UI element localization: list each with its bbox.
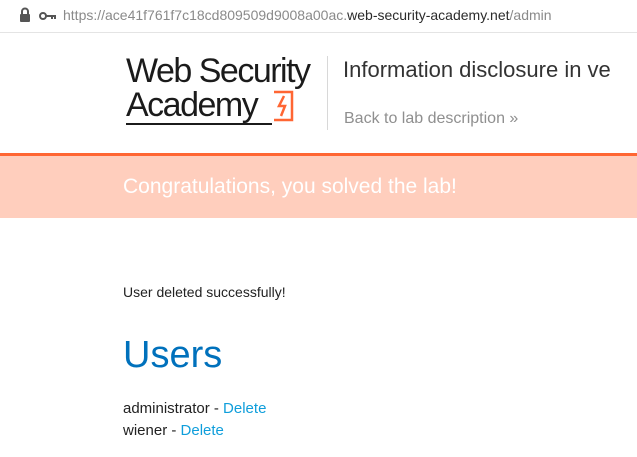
separator: - <box>209 400 224 417</box>
back-to-lab-description-link[interactable]: Back to lab description » <box>344 110 518 128</box>
status-message: User deleted successfully! <box>123 284 286 300</box>
user-row: administrator - Delete <box>123 400 266 417</box>
logo-underline <box>126 123 272 125</box>
address-bar[interactable]: https://ace41f761f7c18cd809509d9008a00ac… <box>0 0 637 33</box>
logo-line2: Academy <box>126 86 259 124</box>
solved-banner: Congratulations, you solved the lab! <box>0 156 637 218</box>
web-security-academy-logo[interactable]: Web Security Academy <box>126 52 326 128</box>
lab-title: Information disclosure in ve <box>343 57 611 82</box>
url-text[interactable]: https://ace41f761f7c18cd809509d9008a00ac… <box>63 7 552 23</box>
lock-icon <box>19 7 31 28</box>
banner-text: Congratulations, you solved the lab! <box>123 175 457 198</box>
user-name: administrator <box>123 400 210 417</box>
user-row: wiener - Delete <box>123 422 224 439</box>
key-icon[interactable] <box>39 9 57 27</box>
url-prefix: https://ace41f761f7c18cd809509d9008a00ac… <box>63 7 348 23</box>
url-host: web-security-academy.net <box>347 7 510 23</box>
url-path: /admin <box>509 7 552 23</box>
delete-link-administrator[interactable]: Delete <box>223 400 266 417</box>
user-name: wiener <box>123 422 168 439</box>
header-divider <box>327 56 328 130</box>
separator: - <box>167 422 181 439</box>
delete-link-wiener[interactable]: Delete <box>181 422 224 439</box>
users-heading: Users <box>123 334 223 376</box>
lightning-bolt-icon <box>272 90 294 127</box>
logo-line1: Web Security <box>126 52 311 90</box>
